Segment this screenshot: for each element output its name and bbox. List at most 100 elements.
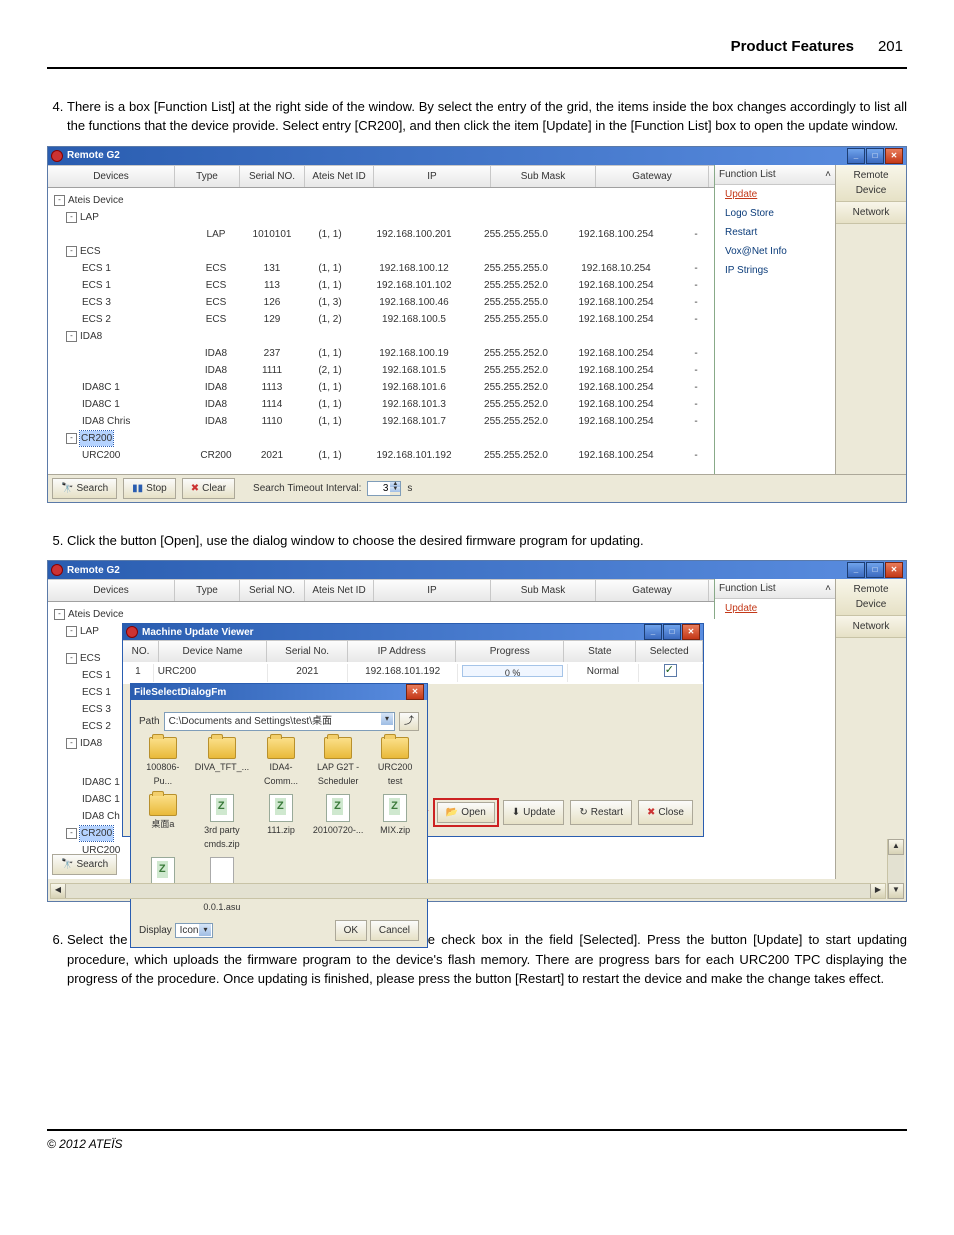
col-serial[interactable]: Serial NO. [240,165,305,187]
function-update[interactable]: Update [715,599,835,618]
minimize-button[interactable]: _ [847,562,865,578]
close-viewer-button[interactable]: ✖Close [638,800,693,825]
upd-col-selected[interactable]: Selected [636,640,703,662]
close-button[interactable]: ✕ [682,624,700,640]
folder-item[interactable]: DIVA_TFT_... [195,737,250,788]
ok-button[interactable]: OK [335,920,367,941]
tree-collapse-icon[interactable]: - [66,828,77,839]
zip-item[interactable]: 20100720-... [313,794,364,851]
stop-button[interactable]: ▮▮Stop [123,478,176,499]
folder-item[interactable]: IDA4-Comm... [257,737,305,788]
spinner-down-icon[interactable]: ▼ [390,487,400,492]
function-ipstrings[interactable]: IP Strings [715,261,835,280]
path-select[interactable]: C:\Documents and Settings\test\桌面 [164,712,395,731]
col-devices[interactable]: Devices [48,579,175,601]
folder-item[interactable]: 桌面a [139,794,187,851]
update-button[interactable]: ⬇Update [503,800,565,825]
col-serial[interactable]: Serial NO. [240,579,305,601]
upd-col-no[interactable]: NO. [123,640,159,662]
function-voxnet[interactable]: Vox@Net Info [715,242,835,261]
col-mask[interactable]: Sub Mask [491,579,596,601]
tree-collapse-icon[interactable]: - [66,212,77,223]
update-row[interactable]: 1 URC200 2021 192.168.101.192 0 % Normal [123,662,703,684]
maximize-button[interactable]: □ [866,148,884,164]
function-logostore[interactable]: Logo Store [715,204,835,223]
tree-item[interactable]: ECS 1 [82,668,111,683]
close-button[interactable]: ✕ [885,148,903,164]
search-button[interactable]: 🔭Search [52,854,117,875]
clear-button[interactable]: ✖Clear [182,478,235,499]
tree-collapse-icon[interactable]: - [66,738,77,749]
tab-network[interactable]: Network [836,616,906,638]
tree-group-ecs: ECS [80,244,101,259]
zip-icon [151,857,175,885]
tree-item[interactable]: ECS 2 [82,719,111,734]
scroll-down-icon[interactable]: ▼ [888,883,904,899]
tree-item[interactable]: ECS 1 [82,685,111,700]
folder-item[interactable]: 100806-Pu... [139,737,187,788]
interval-input[interactable] [368,482,390,495]
col-mask[interactable]: Sub Mask [491,165,596,187]
col-ip[interactable]: IP [374,165,491,187]
restart-button[interactable]: ↻Restart [570,800,632,825]
tree-item[interactable]: IDA8C 1 [82,775,120,790]
up-folder-button[interactable]: ⤴ [399,712,419,731]
interval-spinner[interactable]: ▲▼ [367,481,401,496]
window-title: Remote G2 [67,563,120,578]
maximize-button[interactable]: □ [663,624,681,640]
minimize-button[interactable]: _ [644,624,662,640]
tree-group-cr200-selected[interactable]: CR200 [80,826,113,841]
col-ip[interactable]: IP [374,579,491,601]
close-button[interactable]: ✕ [885,562,903,578]
tree-collapse-icon[interactable]: - [66,246,77,257]
chevron-up-icon[interactable]: ˄ [825,581,831,596]
zip-item[interactable]: 3rd party cmds.zip [195,794,250,851]
tab-remote-device[interactable]: Remote Device [836,165,906,202]
upd-col-serial[interactable]: Serial No. [267,640,348,662]
function-restart[interactable]: Restart [715,223,835,242]
tree-collapse-icon[interactable]: - [66,331,77,342]
tree-collapse-icon[interactable]: - [66,653,77,664]
app-icon [51,150,63,162]
minimize-button[interactable]: _ [847,148,865,164]
cancel-button[interactable]: Cancel [370,920,419,941]
tab-network[interactable]: Network [836,202,906,224]
col-type[interactable]: Type [175,579,240,601]
tree-collapse-icon[interactable]: - [66,433,77,444]
selected-checkbox[interactable] [664,664,677,677]
tree-item[interactable]: IDA8C 1 [82,792,120,807]
zip-item[interactable]: 111.zip [257,794,305,851]
function-update[interactable]: Update [715,185,835,204]
col-type[interactable]: Type [175,165,240,187]
tree-collapse-icon[interactable]: - [54,609,65,620]
tree-item[interactable]: ECS 3 [82,702,111,717]
col-devices[interactable]: Devices [48,165,175,187]
scroll-up-icon[interactable]: ▲ [888,839,904,855]
search-button[interactable]: 🔭Search [52,478,117,499]
upd-col-ip[interactable]: IP Address [348,640,456,662]
page-number: 201 [878,36,903,59]
col-gw[interactable]: Gateway [596,165,709,187]
col-netid[interactable]: Ateis Net ID [305,579,374,601]
col-gw[interactable]: Gateway [596,579,709,601]
close-button[interactable]: ✕ [406,684,424,700]
horizontal-scrollbar[interactable]: ◀ ▶ [50,883,886,899]
tree-collapse-icon[interactable]: - [66,626,77,637]
tree-group-cr200-selected[interactable]: CR200 [80,431,113,446]
display-select[interactable]: Icon [175,923,214,938]
col-netid[interactable]: Ateis Net ID [305,165,374,187]
tab-remote-device[interactable]: Remote Device [836,579,906,616]
upd-col-state[interactable]: State [564,640,636,662]
upd-col-progress[interactable]: Progress [456,640,564,662]
scroll-right-icon[interactable]: ▶ [870,884,885,898]
scroll-left-icon[interactable]: ◀ [51,884,66,898]
zip-item[interactable]: MIX.zip [371,794,419,851]
vertical-scrollbar[interactable]: ▲ ▼ [887,839,904,899]
folder-item[interactable]: URC200 test [371,737,419,788]
tree-collapse-icon[interactable]: - [54,195,65,206]
upd-col-name[interactable]: Device Name [159,640,267,662]
folder-item[interactable]: LAP G2T -Scheduler [313,737,364,788]
maximize-button[interactable]: □ [866,562,884,578]
chevron-up-icon[interactable]: ˄ [825,167,831,182]
open-button[interactable]: 📂Open [437,802,495,823]
